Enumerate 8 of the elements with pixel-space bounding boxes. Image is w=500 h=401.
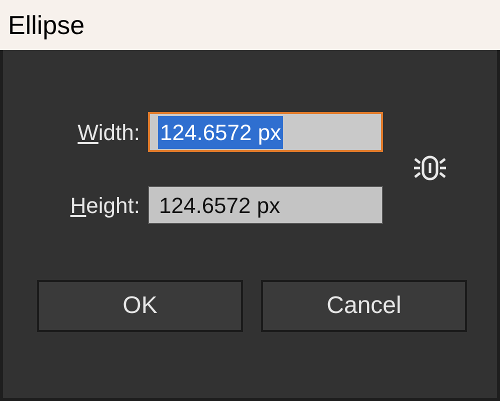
input-field[interactable]: 124.6572 px [148, 186, 383, 224]
input-field[interactable]: 124.6572 px [148, 112, 383, 152]
link-icon[interactable] [412, 154, 448, 182]
dialog-button[interactable]: Cancel [261, 280, 467, 332]
window-title: Ellipse [8, 8, 85, 42]
dialog-button[interactable]: OK [37, 280, 243, 332]
field-label: Width: [78, 118, 140, 146]
field-label: Height: [70, 192, 140, 220]
